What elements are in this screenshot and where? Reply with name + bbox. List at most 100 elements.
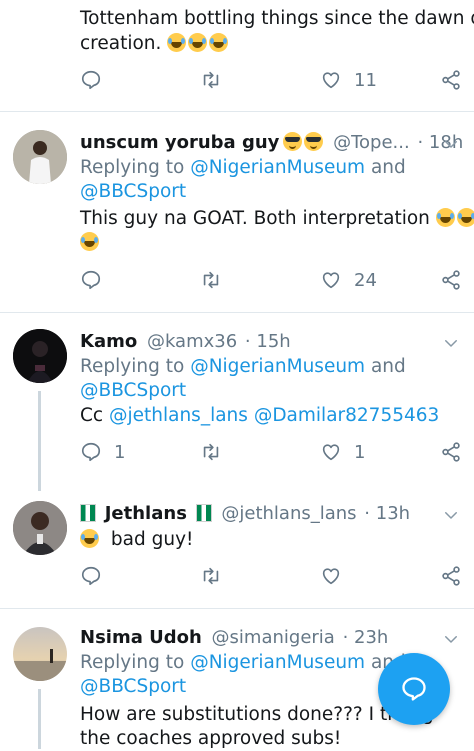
share-button[interactable] bbox=[440, 65, 462, 95]
avatar[interactable] bbox=[13, 627, 67, 681]
reply-icon bbox=[80, 269, 102, 291]
mention-link[interactable]: @NigerianMuseum bbox=[190, 157, 365, 178]
reply-button[interactable] bbox=[80, 265, 102, 295]
reply-icon bbox=[80, 441, 102, 463]
timestamp: · 15h bbox=[244, 331, 291, 352]
avatar[interactable] bbox=[13, 329, 67, 383]
compose-reply-button[interactable] bbox=[378, 653, 450, 725]
tweet-0-text-line-1: Tottenham bottling things since the dawn… bbox=[80, 8, 474, 29]
laughing-emoji-icon bbox=[435, 208, 455, 227]
tweet-body-line-2: the coaches approved subs! bbox=[80, 728, 342, 749]
laughing-emoji-icon bbox=[80, 529, 99, 548]
mention-link[interactable]: @jethlans_lans bbox=[109, 405, 248, 426]
chevron-down-icon[interactable] bbox=[442, 135, 460, 153]
mention-link[interactable]: @NigerianMuseum bbox=[190, 356, 365, 377]
thread-line bbox=[38, 689, 41, 749]
like-button[interactable]: 11 bbox=[320, 65, 377, 95]
reply-button[interactable] bbox=[80, 561, 102, 591]
reply-button[interactable] bbox=[80, 65, 102, 95]
divider bbox=[0, 608, 474, 609]
tweet-3-actions bbox=[0, 561, 474, 591]
like-button[interactable] bbox=[320, 561, 342, 591]
tweet-header: unscum yoruba guy @Tope... · 18h bbox=[80, 132, 463, 153]
share-icon bbox=[440, 269, 462, 291]
nigeria-flag-icon bbox=[80, 504, 96, 522]
timestamp: · 13h bbox=[364, 503, 411, 524]
retweet-icon bbox=[200, 565, 222, 587]
retweet-icon bbox=[200, 269, 222, 291]
replying-to: Replying to @NigerianMuseum and bbox=[80, 652, 406, 673]
divider bbox=[0, 111, 474, 112]
like-button[interactable]: 24 bbox=[320, 265, 377, 295]
sunglasses-emoji-icon bbox=[283, 132, 303, 151]
tweet-body: How are substitutions done??? I thoug bbox=[80, 704, 434, 725]
avatar-image bbox=[13, 501, 67, 555]
like-count: 1 bbox=[354, 441, 366, 463]
share-button[interactable] bbox=[440, 437, 462, 467]
chevron-down-icon[interactable] bbox=[442, 506, 460, 524]
reply-icon bbox=[80, 565, 102, 587]
laughing-emoji-icon bbox=[167, 33, 187, 52]
handle[interactable]: @Tope... bbox=[333, 132, 410, 153]
laughing-emoji-icon bbox=[209, 33, 229, 52]
mention-link[interactable]: @BBCSport bbox=[80, 676, 186, 697]
replying-to-line-2: @BBCSport bbox=[80, 675, 186, 699]
display-name[interactable]: Kamo bbox=[80, 331, 137, 352]
reply-button[interactable]: 1 bbox=[80, 437, 125, 467]
display-name[interactable]: Nsima Udoh bbox=[80, 627, 202, 648]
share-icon bbox=[440, 69, 462, 91]
replying-to-line-2: @BBCSport bbox=[80, 180, 186, 204]
retweet-button[interactable] bbox=[200, 437, 222, 467]
retweet-button[interactable] bbox=[200, 265, 222, 295]
mention-link[interactable]: @NigerianMuseum bbox=[190, 652, 365, 673]
mention-link[interactable]: @BBCSport bbox=[80, 380, 186, 401]
retweet-button[interactable] bbox=[200, 65, 222, 95]
sunglasses-emoji-icon bbox=[304, 132, 324, 151]
compose-reply-icon bbox=[402, 677, 426, 701]
handle[interactable]: @jethlans_lans bbox=[221, 503, 356, 524]
timestamp: · 23h bbox=[342, 627, 389, 648]
divider bbox=[0, 312, 474, 313]
heart-icon bbox=[320, 269, 342, 291]
laughing-emoji-icon bbox=[456, 208, 474, 227]
nigeria-flag-icon bbox=[195, 504, 212, 522]
handle[interactable]: @simanigeria bbox=[212, 627, 335, 648]
heart-icon bbox=[320, 441, 342, 463]
tweet-header: Nsima Udoh @simanigeria · 23h bbox=[80, 627, 388, 648]
replying-to-line-2: @BBCSport bbox=[80, 379, 186, 403]
mention-link[interactable]: @BBCSport bbox=[80, 181, 186, 202]
reply-icon bbox=[80, 69, 102, 91]
avatar[interactable] bbox=[13, 130, 67, 184]
tweet-header: Kamo @kamx36 · 15h bbox=[80, 331, 291, 352]
avatar-image bbox=[13, 130, 67, 184]
retweet-icon bbox=[200, 441, 222, 463]
avatar-image bbox=[13, 627, 67, 681]
tweet-header: Jethlans @jethlans_lans · 13h bbox=[80, 503, 410, 524]
handle[interactable]: @kamx36 bbox=[147, 331, 237, 352]
replying-to: Replying to @NigerianMuseum and bbox=[80, 157, 406, 178]
tweet-1-actions: 24 bbox=[0, 265, 474, 295]
tweet-body-line-2 bbox=[80, 231, 99, 255]
like-count: 11 bbox=[354, 69, 377, 91]
avatar[interactable] bbox=[13, 501, 67, 555]
chevron-down-icon[interactable] bbox=[442, 334, 460, 352]
share-button[interactable] bbox=[440, 561, 462, 591]
laughing-emoji-icon bbox=[80, 232, 99, 251]
like-count: 24 bbox=[354, 269, 377, 291]
heart-icon bbox=[320, 69, 342, 91]
share-button[interactable] bbox=[440, 265, 462, 295]
tweet-0-actions: 11 bbox=[0, 65, 474, 95]
chevron-down-icon[interactable] bbox=[442, 630, 460, 648]
display-name[interactable]: unscum yoruba guy bbox=[80, 132, 279, 153]
replying-to: Replying to @NigerianMuseum and bbox=[80, 356, 406, 377]
display-name[interactable]: Jethlans bbox=[105, 503, 187, 524]
tweet-body: bad guy! bbox=[80, 528, 193, 552]
retweet-button[interactable] bbox=[200, 561, 222, 591]
mention-link[interactable]: @Damilar82755463 bbox=[254, 405, 440, 426]
reply-count: 1 bbox=[114, 441, 126, 463]
laughing-emoji-icon bbox=[188, 33, 208, 52]
heart-icon bbox=[320, 565, 342, 587]
avatar-image bbox=[13, 329, 67, 383]
tweet-body: Cc @jethlans_lans @Damilar82755463 bbox=[80, 405, 440, 426]
like-button[interactable]: 1 bbox=[320, 437, 365, 467]
